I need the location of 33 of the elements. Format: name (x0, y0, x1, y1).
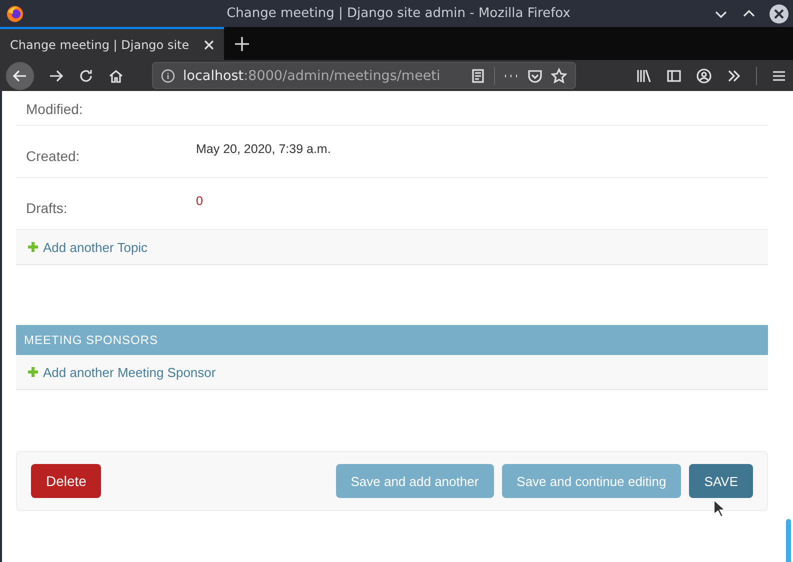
field-label: Created: (25, 148, 81, 164)
field-label: Drafts: (25, 200, 68, 216)
field-label: Modified: (25, 101, 84, 117)
browser-logo-icon (6, 4, 24, 22)
field-value: 0 (196, 194, 203, 208)
window-title: Change meeting | Django site admin - Mozilla Firefox (226, 6, 572, 21)
sidebar-icon[interactable] (666, 68, 682, 84)
forward-icon[interactable] (48, 68, 64, 84)
back-arrow-icon[interactable] (12, 68, 28, 84)
plus-icon (28, 367, 38, 377)
address-bar[interactable]: localhost:8000/admin/meetings/meeti (152, 62, 576, 89)
close-icon[interactable] (769, 4, 789, 24)
browser-tab[interactable]: Change meeting | Django site (0, 27, 224, 60)
info-icon[interactable] (161, 68, 175, 82)
reload-icon[interactable] (78, 68, 94, 84)
scrollbar-thumb[interactable] (786, 519, 791, 562)
add-sponsor-link[interactable]: Add another Meeting Sponsor (43, 364, 216, 380)
star-icon[interactable] (551, 68, 567, 84)
save-button[interactable]: SAVE (689, 464, 753, 498)
back-button[interactable] (6, 62, 34, 90)
reader-view-icon[interactable] (470, 68, 486, 84)
pocket-icon[interactable] (527, 68, 543, 84)
home-icon[interactable] (108, 68, 124, 84)
close-icon[interactable] (204, 40, 214, 50)
field-value: May 20, 2020, 7:39 a.m. (196, 142, 331, 156)
new-tab-icon[interactable] (234, 36, 250, 52)
section-header: MEETING SPONSORS (16, 325, 768, 355)
plus-icon (28, 242, 38, 252)
account-icon[interactable] (696, 68, 712, 84)
overflow-icon[interactable] (726, 68, 742, 84)
add-topic-link[interactable]: Add another Topic (43, 240, 148, 254)
library-icon[interactable] (636, 68, 652, 84)
delete-button[interactable]: Delete (31, 464, 102, 498)
